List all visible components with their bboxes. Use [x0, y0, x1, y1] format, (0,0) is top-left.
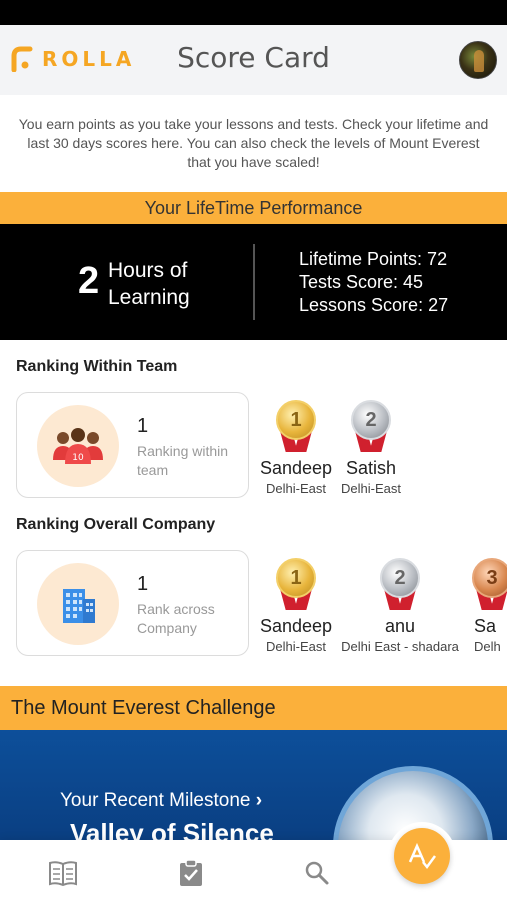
lifetime-stats: Lifetime Points: 72 Tests Score: 45 Less… [299, 248, 448, 317]
team-rank-card[interactable]: 10 1 Ranking within team [16, 392, 249, 498]
leader-name: Sandeep [259, 458, 333, 478]
team-leader-1[interactable]: 1 Sandeep Delhi-East [258, 400, 334, 496]
leader-name: Satish [345, 458, 397, 478]
building-icon-circle [37, 563, 119, 645]
team-leader-2[interactable]: 2 Satish Delhi-East [336, 400, 406, 496]
silver-medal-icon: 2 [378, 558, 422, 614]
intro-text: You earn points as you take your lessons… [18, 116, 489, 170]
company-rank-label: Rank across Company [137, 601, 215, 636]
company-rank-card[interactable]: 1 Rank across Company [16, 550, 249, 656]
company-ranking-heading: Ranking Overall Company [16, 516, 216, 533]
leader-location: Delh [474, 639, 501, 654]
leader-name: Sandeep [259, 616, 333, 636]
leader-location: Delhi-East [341, 481, 401, 496]
recent-milestone-link[interactable]: Your Recent Milestone › [60, 790, 262, 812]
bottom-nav [0, 822, 507, 900]
svg-text:10: 10 [72, 453, 84, 463]
building-icon [63, 589, 95, 623]
milestone-label: Your Recent Milestone [60, 790, 251, 811]
silver-medal-icon: 2 [349, 400, 393, 456]
lessons-book-icon[interactable] [48, 858, 78, 888]
search-icon[interactable] [302, 858, 332, 888]
lifetime-performance-panel: 2 Hours of Learning Lifetime Points: 72 … [0, 224, 507, 340]
team-rank-label: Ranking within team [137, 443, 229, 478]
divider [253, 244, 255, 320]
team-ranking-heading: Ranking Within Team [16, 358, 178, 375]
tests-score: Tests Score: 45 [299, 272, 424, 292]
lifetime-performance-title: Your LifeTime Performance [0, 192, 507, 224]
team-icon: 10 [53, 428, 103, 464]
bronze-medal-icon: 3 [470, 558, 507, 614]
team-rank-value: 1 [137, 415, 149, 437]
gold-medal-icon: 1 [274, 558, 318, 614]
page-title: Score Card [177, 41, 330, 74]
leader-name: anu [384, 616, 416, 636]
leader-name: Sa [474, 616, 497, 636]
lessons-score: Lessons Score: 27 [299, 295, 449, 315]
status-bar [0, 0, 507, 25]
company-leader-3[interactable]: 3 Sa Delh [466, 558, 507, 654]
gold-medal-icon: 1 [274, 400, 318, 456]
everest-challenge-title: The Mount Everest Challenge [0, 686, 507, 730]
leader-location: Delhi-East [266, 639, 326, 654]
lifetime-points: Lifetime Points: 72 [299, 249, 448, 269]
chevron-right-icon: › [255, 790, 263, 811]
milestone-place: Valley of Silence [70, 818, 274, 840]
team-icon-circle: 10 [37, 405, 119, 487]
leader-location: Delhi East - shadara [341, 639, 459, 654]
hours-value: 2 [78, 260, 100, 302]
scorecard-icon[interactable] [394, 828, 450, 884]
company-leader-1[interactable]: 1 Sandeep Delhi-East [258, 558, 334, 654]
hours-label: Hours of Learning [108, 259, 190, 309]
app-header: ROLLA Score Card [0, 25, 507, 95]
leader-location: Delhi-East [266, 481, 326, 496]
tests-clipboard-icon[interactable] [176, 858, 206, 888]
company-rank-value: 1 [137, 573, 149, 595]
avatar[interactable] [459, 41, 497, 79]
company-leader-2[interactable]: 2 anu Delhi East - shadara [338, 558, 462, 654]
